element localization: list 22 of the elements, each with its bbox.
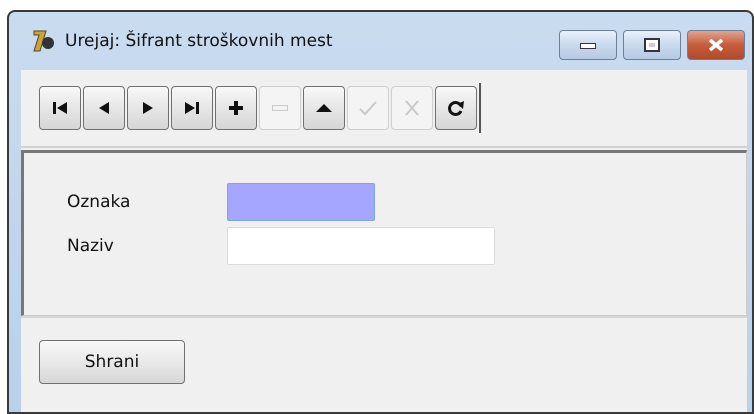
minimize-button[interactable] bbox=[559, 30, 617, 60]
plus-icon bbox=[226, 98, 246, 118]
toolbar-button[interactable] bbox=[171, 86, 213, 130]
field-label: Oznaka bbox=[67, 192, 132, 212]
maximize-button[interactable] bbox=[623, 30, 681, 60]
toolbar-button[interactable] bbox=[127, 86, 169, 130]
window-title: Urejaj: Šifrant stroškovnih mest bbox=[65, 31, 333, 51]
minimize-icon bbox=[580, 41, 596, 49]
minus-icon bbox=[272, 105, 288, 111]
field-label: Naziv bbox=[67, 236, 115, 256]
input-field[interactable] bbox=[227, 183, 375, 221]
maximize-icon bbox=[644, 38, 660, 52]
app-logo-icon bbox=[31, 28, 57, 54]
toolbar-button[interactable] bbox=[39, 86, 81, 130]
toolbar-button[interactable] bbox=[303, 86, 345, 130]
close-button[interactable] bbox=[687, 30, 745, 60]
toolbar-button[interactable] bbox=[83, 86, 125, 130]
refresh-icon bbox=[446, 98, 466, 118]
toolbar-button[interactable] bbox=[435, 86, 477, 130]
toolbar-button[interactable] bbox=[215, 86, 257, 130]
close-icon bbox=[707, 38, 725, 52]
save-button[interactable]: Shrani bbox=[39, 340, 185, 384]
